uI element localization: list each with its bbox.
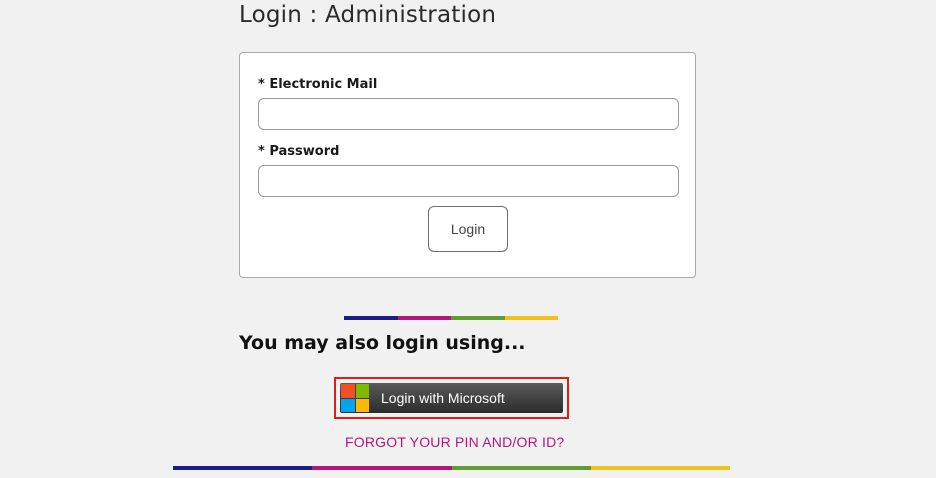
- alternate-login-heading: You may also login using...: [239, 332, 526, 354]
- microsoft-login-highlight: Login with Microsoft: [334, 377, 569, 419]
- page-title: Login : Administration: [239, 2, 497, 28]
- logo-square: [355, 398, 369, 412]
- email-label: * Electronic Mail: [258, 77, 378, 92]
- accent-divider-bottom: [173, 466, 730, 470]
- logo-square: [341, 398, 355, 412]
- login-button[interactable]: Login: [428, 206, 508, 252]
- logo-square: [355, 384, 369, 398]
- login-panel: * Electronic Mail * Password Login: [239, 52, 696, 278]
- accent-segment: [344, 316, 398, 320]
- password-field[interactable]: [258, 165, 679, 197]
- password-label: * Password: [258, 144, 340, 159]
- accent-segment: [451, 316, 505, 320]
- accent-segment: [312, 466, 452, 470]
- accent-divider-top: [344, 316, 558, 320]
- accent-segment: [590, 466, 730, 470]
- microsoft-login-button[interactable]: Login with Microsoft: [340, 383, 563, 413]
- email-field[interactable]: [258, 98, 679, 130]
- accent-segment: [504, 316, 558, 320]
- microsoft-logo-icon: [341, 384, 369, 412]
- logo-square: [341, 384, 355, 398]
- accent-segment: [397, 316, 451, 320]
- accent-segment: [173, 466, 313, 470]
- forgot-pin-link[interactable]: FORGOT YOUR PIN AND/OR ID?: [345, 434, 564, 450]
- microsoft-login-label: Login with Microsoft: [381, 390, 505, 406]
- accent-segment: [451, 466, 591, 470]
